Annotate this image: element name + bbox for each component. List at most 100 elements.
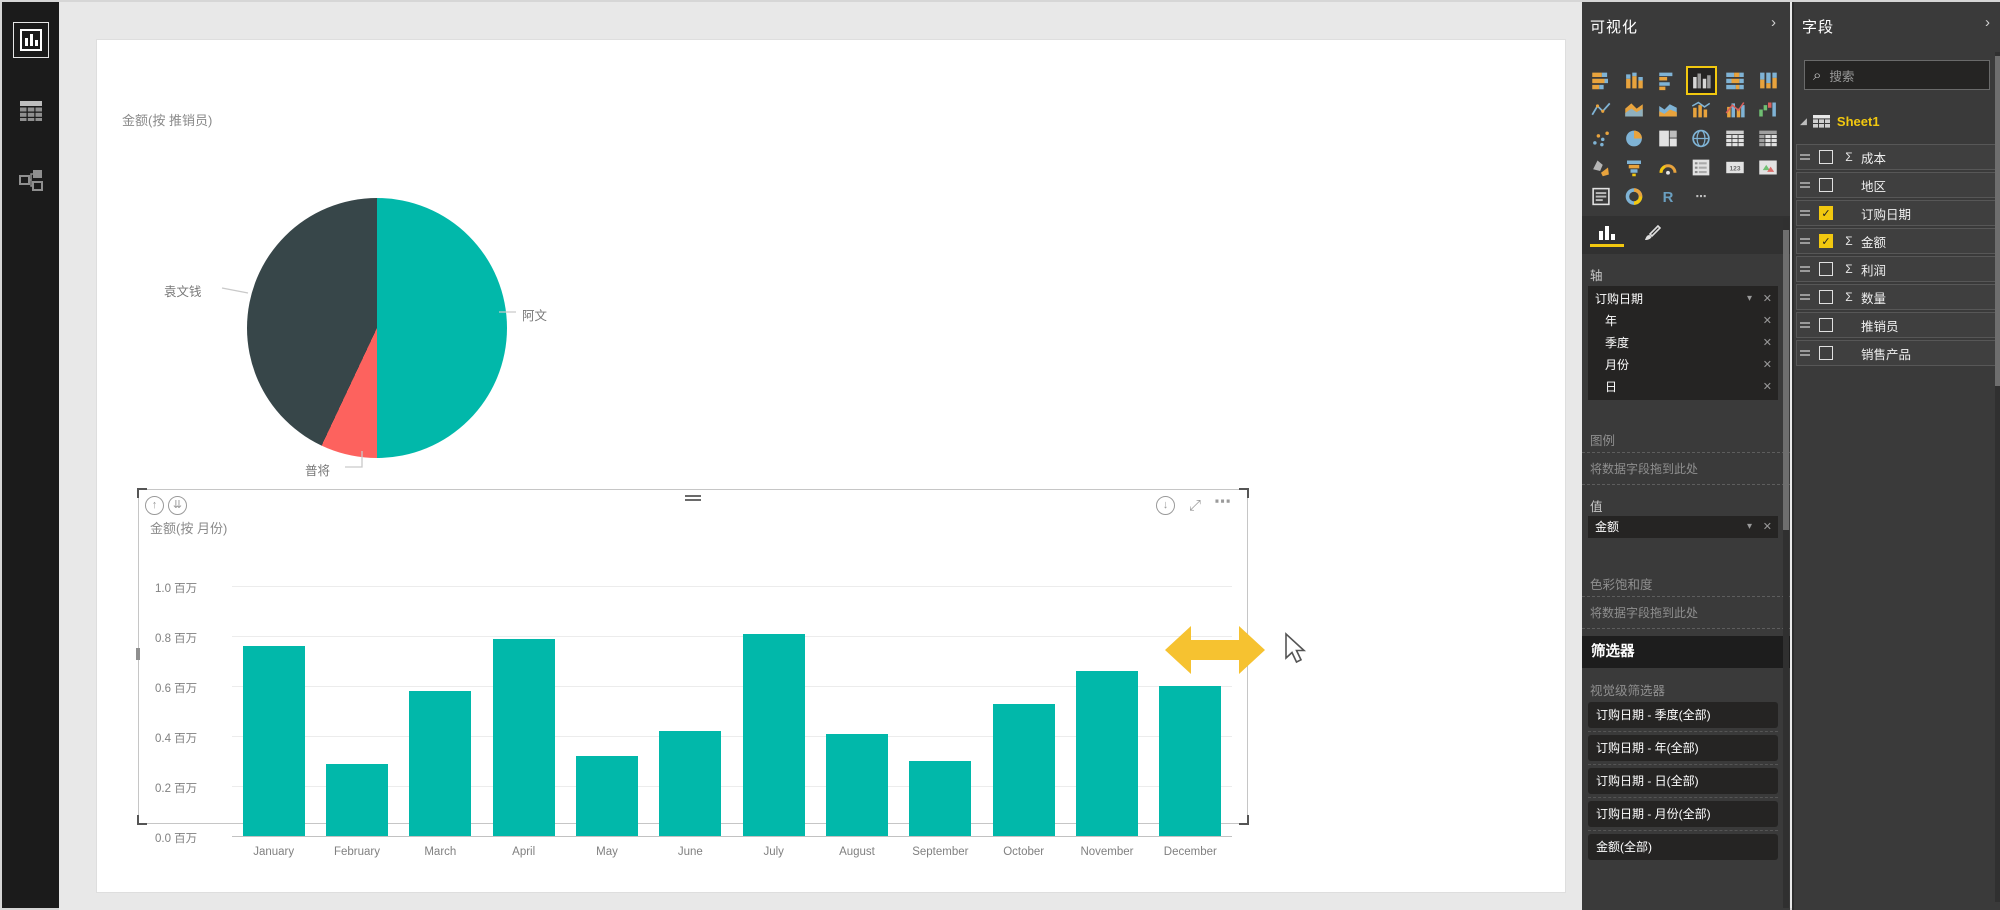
field-row-成本[interactable]: Σ 成本	[1796, 144, 1996, 170]
field-row-数量[interactable]: Σ 数量	[1796, 284, 1996, 310]
drill-up-icon[interactable]: ↑	[145, 496, 164, 515]
viz-type-stacked-area-icon[interactable]	[1654, 97, 1681, 122]
well-field-年[interactable]: 年 ✕	[1588, 310, 1778, 332]
viz-type-scatter-icon[interactable]	[1587, 126, 1614, 151]
remove-field-icon[interactable]: ✕	[1763, 310, 1772, 332]
field-row-金额[interactable]: ✓ Σ 金额	[1796, 228, 1996, 254]
well-field-季度[interactable]: 季度 ✕	[1588, 332, 1778, 354]
tab-format[interactable]	[1634, 221, 1668, 247]
column-bar-january[interactable]	[242, 646, 305, 836]
column-bar-march[interactable]	[409, 691, 472, 836]
column-bar-june[interactable]	[659, 731, 722, 836]
pie-chart-visual[interactable]: 金额(按 推销员) 袁文钱 阿文 普将	[102, 70, 662, 500]
viz-type-line-stacked-column-icon[interactable]	[1688, 97, 1715, 122]
viz-type-line-clustered-column-icon[interactable]	[1721, 97, 1748, 122]
viz-type-pie-icon[interactable]	[1621, 126, 1648, 151]
field-dropdown-caret-icon[interactable]: ▾	[1747, 288, 1752, 310]
model-view-button[interactable]	[13, 162, 49, 198]
column-bar-april[interactable]	[492, 638, 555, 836]
remove-field-icon[interactable]: ✕	[1763, 376, 1772, 398]
drag-handle-icon[interactable]	[1800, 348, 1810, 358]
legend-drop-zone[interactable]: 将数据字段拖到此处	[1582, 452, 1790, 485]
viz-type-slicer-icon[interactable]	[1587, 184, 1614, 209]
viz-type-gauge-icon[interactable]	[1654, 155, 1681, 180]
field-checkbox[interactable]	[1819, 178, 1833, 192]
well-field-金额[interactable]: 金额 ▾ ✕	[1588, 516, 1778, 538]
column-bar-september[interactable]	[909, 761, 972, 836]
viz-type-table-icon[interactable]	[1721, 126, 1748, 151]
viz-type-matrix-icon[interactable]	[1755, 126, 1782, 151]
viz-panel-scrollbar[interactable]	[1783, 218, 1789, 908]
focus-mode-icon[interactable]: ⤢	[1189, 497, 1201, 514]
viz-type-r-script-icon[interactable]: R	[1654, 184, 1681, 209]
report-view-button[interactable]	[13, 22, 49, 58]
expander-icon[interactable]: ◢	[1800, 116, 1807, 127]
remove-field-icon[interactable]: ✕	[1763, 288, 1772, 310]
resize-handle-left[interactable]	[136, 648, 140, 660]
column-bar-july[interactable]	[742, 633, 805, 836]
search-input[interactable]: ⌕ 搜索	[1804, 60, 1990, 90]
well-field-日[interactable]: 日 ✕	[1588, 376, 1778, 398]
drag-handle-icon[interactable]	[1800, 292, 1810, 302]
drag-handle-icon[interactable]	[1800, 152, 1810, 162]
column-chart-visual[interactable]: ↑ ⇊ ↓ ⤢ ⋯ 金额(按 月份) 1.0 百万 0.8 百万 0.6 百万 0.4…	[136, 488, 1249, 858]
remove-field-icon[interactable]: ✕	[1763, 332, 1772, 354]
viz-type-100-stacked-bar-icon[interactable]	[1721, 68, 1748, 93]
filter-item[interactable]: 订购日期 - 年(全部)	[1588, 735, 1778, 761]
viz-type-area-icon[interactable]	[1621, 97, 1648, 122]
table-node-sheet1[interactable]: ◢ Sheet1	[1800, 114, 1880, 129]
viz-type-stacked-bar-icon[interactable]	[1587, 68, 1614, 93]
selection-corner-handle[interactable]	[137, 488, 147, 498]
column-bar-august[interactable]	[826, 733, 888, 836]
collapse-visualizations-icon[interactable]: ›	[1771, 14, 1776, 31]
filter-item[interactable]: 订购日期 - 日(全部)	[1588, 768, 1778, 794]
column-bar-february[interactable]	[326, 763, 388, 836]
drag-handle-icon[interactable]	[1800, 208, 1810, 218]
viz-type-kpi-icon[interactable]	[1755, 155, 1782, 180]
viz-type-donut-icon[interactable]	[1621, 184, 1648, 209]
field-row-销售产品[interactable]: 销售产品	[1796, 340, 1996, 366]
viz-type-clustered-column-icon[interactable]	[1685, 66, 1717, 95]
visual-drag-grip[interactable]	[685, 493, 701, 503]
viz-type-funnel-icon[interactable]	[1621, 155, 1648, 180]
column-bar-october[interactable]	[992, 703, 1055, 836]
drill-down-icon[interactable]: ↓	[1156, 496, 1175, 515]
report-page[interactable]: 金额(按 推销员) 袁文钱 阿文 普将 ↑ ⇊ ↓ ⤢ ⋯ 金额(按 月份) 1…	[97, 40, 1565, 892]
filter-item[interactable]: 订购日期 - 月份(全部)	[1588, 801, 1778, 827]
drag-handle-icon[interactable]	[1800, 320, 1810, 330]
more-options-icon[interactable]: ⋯	[1214, 492, 1231, 512]
viz-type-stacked-column-icon[interactable]	[1621, 68, 1648, 93]
selection-corner-handle[interactable]	[1239, 488, 1249, 498]
field-checkbox[interactable]: ✓	[1819, 234, 1833, 248]
filter-item[interactable]: 金额(全部)	[1588, 834, 1778, 860]
column-bar-november[interactable]	[1076, 671, 1138, 836]
field-row-订购日期[interactable]: ✓ 订购日期	[1796, 200, 1996, 226]
well-field-订购日期[interactable]: 订购日期 ▾ ✕	[1588, 288, 1778, 310]
remove-field-icon[interactable]: ✕	[1763, 516, 1772, 538]
data-view-button[interactable]	[13, 92, 49, 128]
field-row-利润[interactable]: Σ 利润	[1796, 256, 1996, 282]
viz-type-line-icon[interactable]	[1587, 97, 1614, 122]
column-bar-may[interactable]	[576, 756, 638, 836]
collapse-fields-icon[interactable]: ›	[1985, 14, 1990, 31]
selection-corner-handle[interactable]	[137, 815, 147, 825]
viz-type-treemap-icon[interactable]	[1654, 126, 1681, 151]
remove-field-icon[interactable]: ✕	[1763, 354, 1772, 376]
field-dropdown-caret-icon[interactable]: ▾	[1747, 516, 1752, 538]
field-checkbox[interactable]	[1819, 150, 1833, 164]
field-checkbox[interactable]	[1819, 346, 1833, 360]
field-checkbox[interactable]	[1819, 262, 1833, 276]
viz-type-filled-map-icon[interactable]	[1587, 155, 1614, 180]
drag-handle-icon[interactable]	[1800, 264, 1810, 274]
fields-panel-scrollbar[interactable]	[1995, 52, 2000, 902]
field-row-地区[interactable]: 地区	[1796, 172, 1996, 198]
well-field-月份[interactable]: 月份 ✕	[1588, 354, 1778, 376]
saturation-drop-zone[interactable]: 将数据字段拖到此处	[1582, 596, 1790, 629]
viz-type-multi-row-card-icon[interactable]	[1688, 155, 1715, 180]
filter-item[interactable]: 订购日期 - 季度(全部)	[1588, 702, 1778, 728]
field-checkbox[interactable]	[1819, 290, 1833, 304]
drag-handle-icon[interactable]	[1800, 180, 1810, 190]
selection-corner-handle[interactable]	[1239, 815, 1249, 825]
viz-type-map-icon[interactable]	[1688, 126, 1715, 151]
drag-handle-icon[interactable]	[1800, 236, 1810, 246]
